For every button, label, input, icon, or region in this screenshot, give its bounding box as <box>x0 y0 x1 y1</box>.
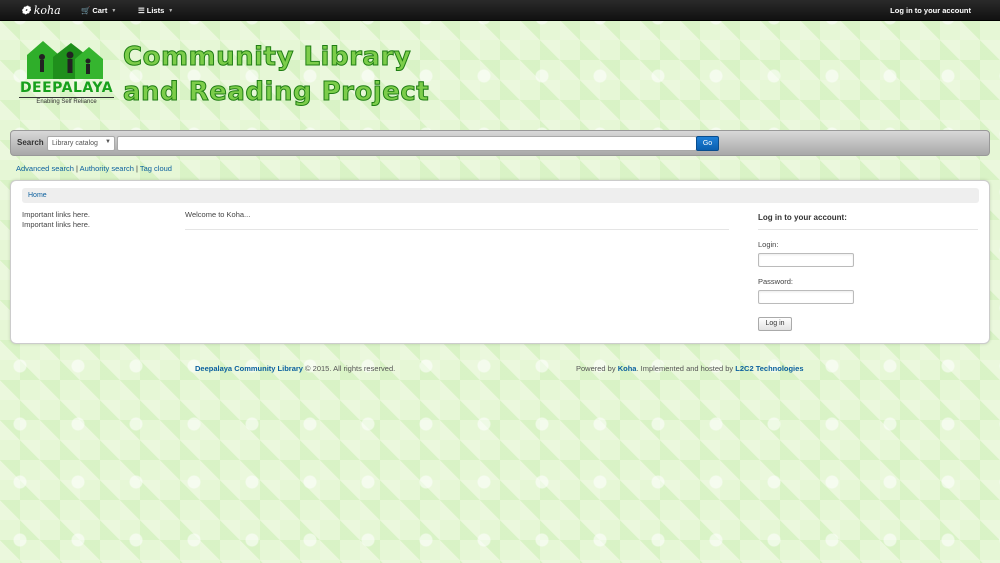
login-link[interactable]: Log in to your account <box>890 6 971 15</box>
important-links: Important links here. Important links he… <box>22 210 90 230</box>
banner-title-line1: Community Library <box>123 42 412 73</box>
password-field[interactable] <box>758 290 854 304</box>
deepalaya-logo: DEEPALAYA Enabling Self Reliance <box>17 37 116 107</box>
banner-title: Community Library and Reading Project <box>123 40 433 110</box>
login-title: Log in to your account: <box>758 213 847 222</box>
cart-label: Cart <box>92 6 108 15</box>
copyright-text: © 2015. All rights reserved. <box>305 364 396 373</box>
login-field[interactable] <box>758 253 854 267</box>
search-scope-value: Library catalog <box>52 140 98 147</box>
breadcrumb-home-link[interactable]: Home <box>28 192 47 199</box>
tag-cloud-link[interactable]: Tag cloud <box>140 164 172 173</box>
library-link[interactable]: Deepalaya Community Library <box>195 364 303 373</box>
houses-people-icon <box>27 41 103 79</box>
login-button[interactable]: Log in <box>758 317 792 331</box>
logo-tagline: Enabling Self Reliance <box>19 97 114 105</box>
main-panel: Home Important links here. Important lin… <box>10 180 990 344</box>
top-navbar: ❁ koha 🛒 Cart ▼ ☰ Lists ▼ Log in to your… <box>0 0 1000 21</box>
login-panel: Log in to your account: Login: Password:… <box>758 213 978 331</box>
koha-leaf-icon: ❁ <box>21 4 31 17</box>
cart-button[interactable]: 🛒 Cart ▼ <box>81 6 116 15</box>
chevron-down-icon: ▼ <box>168 7 174 14</box>
footer-credits: Powered by Koha. Implemented and hosted … <box>576 364 804 373</box>
password-field-label: Password: <box>758 277 794 286</box>
footer-copyright: Deepalaya Community Library © 2015. All … <box>195 364 395 373</box>
divider <box>185 229 729 230</box>
search-go-button[interactable]: Go <box>696 136 719 151</box>
banner-title-line2: and Reading Project <box>123 77 430 108</box>
list-icon: ☰ <box>138 6 145 15</box>
breadcrumb: Home <box>22 188 979 203</box>
login-field-label: Login: <box>758 240 779 249</box>
authority-search-link[interactable]: Authority search <box>80 164 134 173</box>
search-bar: Search Library catalog ▼ Go <box>10 130 990 156</box>
separator: | <box>135 164 138 173</box>
list-item: Important links here. <box>22 210 90 219</box>
cart-icon: 🛒 <box>81 6 91 15</box>
logo-name: DEEPALAYA <box>19 80 114 96</box>
chevron-down-icon: ▼ <box>105 139 111 145</box>
divider <box>758 229 978 230</box>
search-input[interactable] <box>117 136 697 151</box>
koha-logo-link[interactable]: ❁ koha <box>21 4 61 17</box>
lists-label: Lists <box>146 6 165 15</box>
powered-by-text: Powered by <box>576 364 616 373</box>
separator: | <box>76 164 78 173</box>
koha-link[interactable]: Koha <box>618 364 637 373</box>
library-banner: DEEPALAYA Enabling Self Reliance Communi… <box>17 37 429 111</box>
search-label: Search <box>17 138 44 147</box>
vendor-link[interactable]: L2C2 Technologies <box>735 364 803 373</box>
welcome-message: Welcome to Koha... <box>185 210 251 219</box>
koha-brand-text: koha <box>33 4 61 17</box>
more-searches: Advanced search | Authority search | Tag… <box>16 164 172 173</box>
advanced-search-link[interactable]: Advanced search <box>16 164 74 173</box>
chevron-down-icon: ▼ <box>111 7 117 14</box>
search-scope-select[interactable]: Library catalog ▼ <box>47 136 115 151</box>
list-item: Important links here. <box>22 220 90 229</box>
lists-button[interactable]: ☰ Lists ▼ <box>138 6 173 15</box>
implemented-text: Implemented and hosted by <box>640 364 734 373</box>
